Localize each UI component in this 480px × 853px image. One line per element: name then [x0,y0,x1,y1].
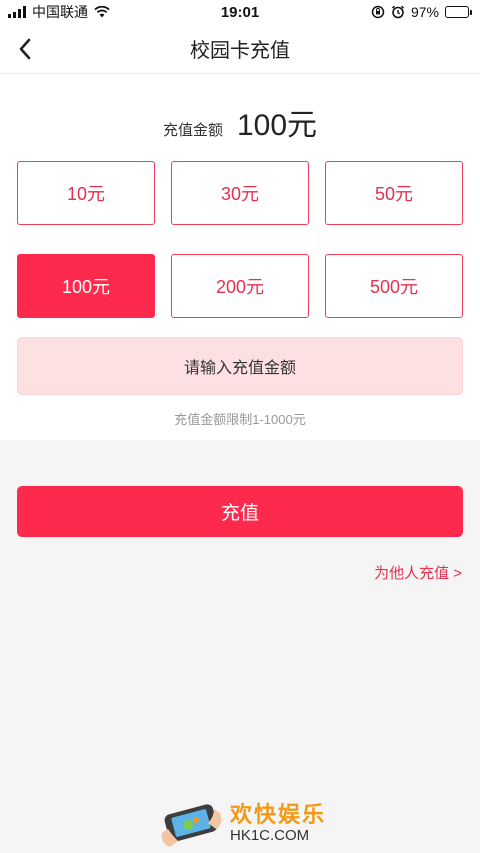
rotation-lock-icon [371,5,385,19]
recharge-card: 充值金额 100元 10元 30元 50元 100元 200元 500元 请输入… [0,74,480,440]
nav-bar: 校园卡充值 [0,24,480,74]
chevron-left-icon [19,38,31,60]
amount-option-500[interactable]: 500元 [325,254,463,318]
recharge-button[interactable]: 充值 [17,486,463,537]
watermark-text: 欢快娱乐 HK1C.COM [230,802,326,845]
status-left: 中国联通 [8,2,110,22]
amount-option-10[interactable]: 10元 [17,161,155,225]
status-bar: 中国联通 19:01 97% [0,0,480,24]
amount-option-200[interactable]: 200元 [171,254,309,318]
signal-icon [8,6,26,18]
status-right: 97% [371,4,472,20]
amount-option-50[interactable]: 50元 [325,161,463,225]
amount-display: 充值金额 100元 [0,100,480,144]
amount-option-100[interactable]: 100元 [17,254,155,318]
amount-option-30[interactable]: 30元 [171,161,309,225]
status-time: 19:01 [220,3,260,21]
watermark-cn: 欢快娱乐 [230,801,327,827]
amount-limit-hint: 充值金额限制1-1000元 [174,412,306,427]
back-button[interactable] [10,32,40,66]
amount-value: 100元 [236,109,318,142]
watermark-logo: 欢快娱乐 HK1C.COM [158,794,358,852]
battery-icon [445,6,472,18]
page-title: 校园卡充值 [190,40,290,62]
game-controller-logo-icon [161,804,222,847]
carrier-name: 中国联通 [32,4,88,20]
battery-percent: 97% [410,4,439,20]
amount-label: 充值金额 [162,122,223,139]
custom-amount-input[interactable]: 请输入充值金额 [17,337,463,395]
alarm-icon [391,5,404,19]
wifi-icon [94,6,110,18]
watermark-en: HK1C.COM [230,827,310,845]
recharge-for-others-link[interactable]: 为他人充值 > [374,562,462,583]
